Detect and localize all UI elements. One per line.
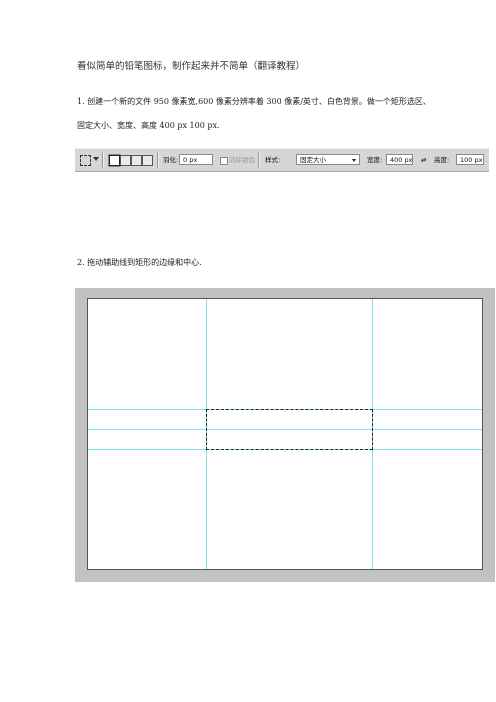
marquee-options-bar: 羽化: 0 px 消除锯齿 样式: 固定大小 宽度: 400 px ⇄ 高度: …: [75, 148, 489, 172]
add-to-selection-icon[interactable]: [120, 155, 131, 166]
antialias-label: 消除锯齿: [229, 156, 255, 164]
feather-label: 羽化:: [163, 156, 179, 164]
style-label: 样式:: [265, 156, 281, 164]
style-select[interactable]: 固定大小: [296, 154, 360, 165]
toolbar-divider: [157, 152, 159, 168]
step1-text-line2: 固定大小、宽度、高度 400 px 100 px.: [77, 121, 220, 130]
swap-dimensions-icon[interactable]: ⇄: [421, 156, 426, 165]
chevron-down-icon: [352, 159, 356, 162]
subtract-from-selection-icon[interactable]: [131, 155, 142, 166]
width-input[interactable]: 400 px: [386, 154, 413, 165]
rectangle-selection: [206, 409, 373, 450]
toolbar-divider: [258, 152, 260, 168]
new-selection-icon[interactable]: [109, 155, 120, 166]
intersect-selection-icon[interactable]: [142, 155, 153, 166]
step1-text-line1: 1. 创建一个新的文件 950 像素宽,600 像素分辨率着 300 像素/英寸…: [77, 97, 431, 106]
rectangular-marquee-icon[interactable]: [80, 155, 91, 166]
width-label: 宽度:: [367, 156, 383, 164]
canvas-workspace: [75, 288, 495, 582]
tool-preset-dropdown-icon[interactable]: [93, 157, 99, 161]
antialias-checkbox[interactable]: [220, 157, 228, 165]
step2-text: 2. 拖动辅助线到矩形的边缘和中心.: [77, 258, 202, 267]
page-title: 看似简单的铅笔图标，制作起来并不简单（翻译教程）: [77, 61, 306, 72]
style-select-value: 固定大小: [300, 156, 326, 164]
toolbar-divider: [102, 152, 104, 168]
document-canvas[interactable]: [87, 298, 483, 570]
feather-input[interactable]: 0 px: [179, 154, 213, 165]
height-input[interactable]: 100 px: [456, 154, 484, 165]
height-label: 高度:: [434, 156, 450, 164]
